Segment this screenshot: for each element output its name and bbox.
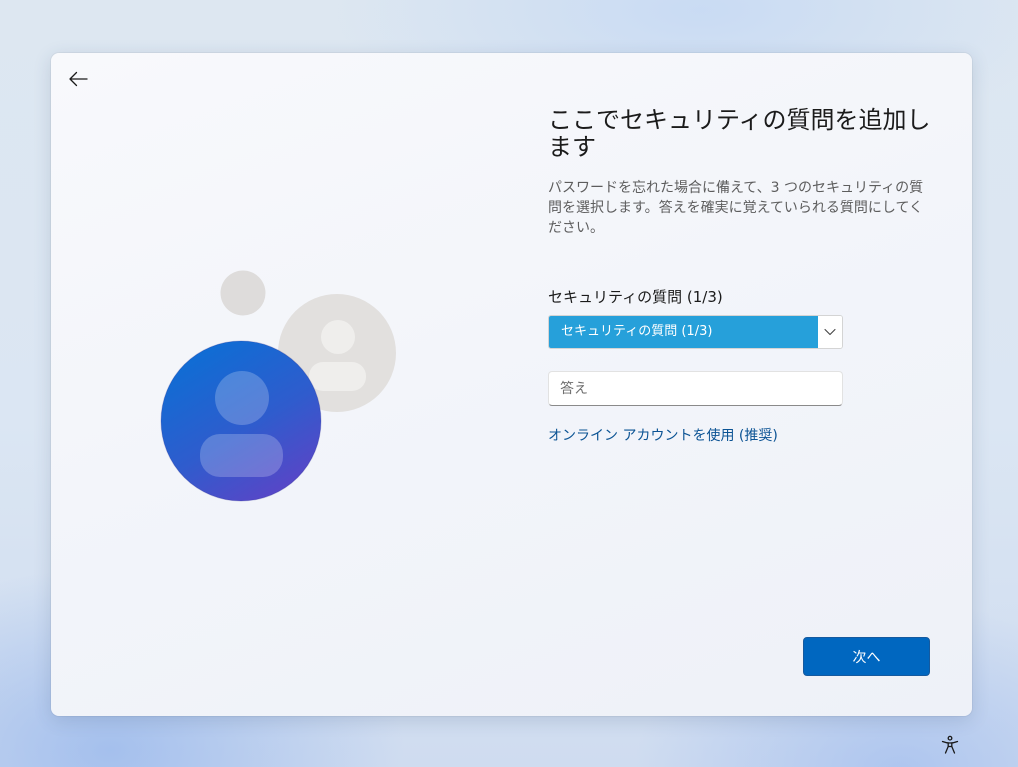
- person-icon: [215, 371, 269, 425]
- use-online-account-link[interactable]: オンライン アカウントを使用 (推奨): [548, 426, 778, 446]
- answer-input[interactable]: [548, 371, 843, 406]
- security-question-dropdown[interactable]: セキュリティの質問 (1/3): [548, 315, 843, 349]
- security-question-selected[interactable]: セキュリティの質問 (1/3): [549, 316, 818, 348]
- back-arrow-icon: [69, 71, 88, 87]
- user-avatar-illustration: [160, 270, 396, 502]
- person-icon: [321, 320, 355, 354]
- page-description: パスワードを忘れた場合に備えて、3 つのセキュリティの質問を選択します。答えを確…: [548, 180, 924, 236]
- back-button[interactable]: [63, 65, 93, 93]
- next-button[interactable]: 次へ: [803, 637, 930, 676]
- dropdown-toggle[interactable]: [818, 316, 842, 348]
- chevron-down-icon: [824, 328, 836, 336]
- person-body: [309, 362, 366, 391]
- page-title: ここでセキュリティの質問を追加します: [548, 106, 931, 161]
- primary-avatar: [160, 340, 322, 502]
- small-avatar-dot: [220, 270, 266, 316]
- setup-card: ここでセキュリティの質問を追加します パスワードを忘れた場合に備えて、3 つのセ…: [51, 53, 972, 716]
- accessibility-button[interactable]: [938, 733, 962, 757]
- person-body: [200, 434, 283, 477]
- accessibility-icon: [941, 735, 959, 754]
- security-question-label: セキュリティの質問 (1/3): [548, 288, 723, 306]
